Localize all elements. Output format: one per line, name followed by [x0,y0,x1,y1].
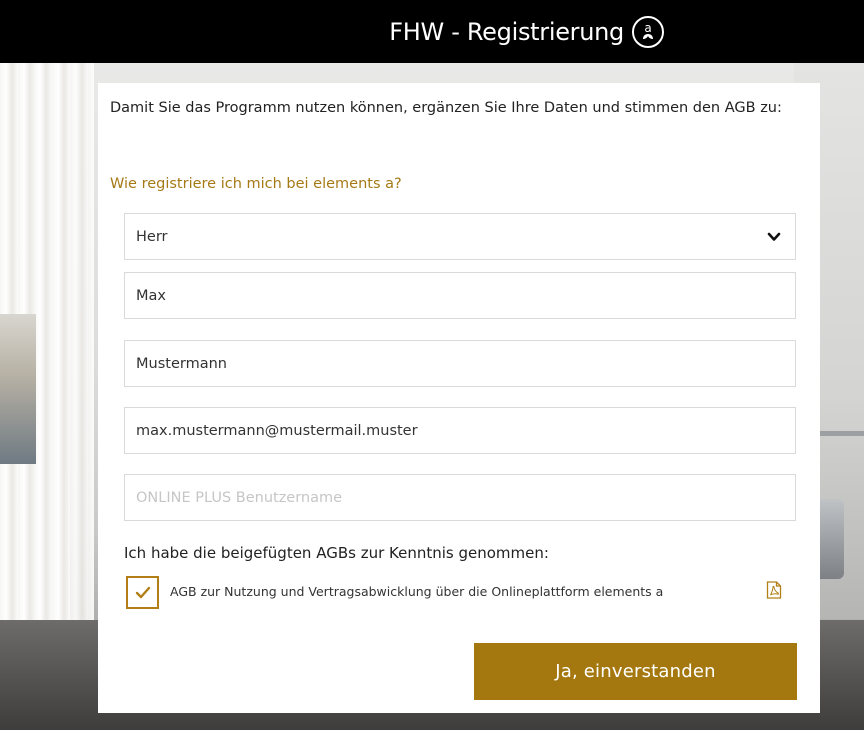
svg-text:a: a [644,21,651,35]
first-name-field[interactable]: Max [124,272,796,319]
username-placeholder: ONLINE PLUS Benutzername [136,489,343,506]
last-name-field[interactable]: Mustermann [124,340,796,387]
username-field[interactable]: ONLINE PLUS Benutzername [124,474,796,521]
help-link[interactable]: Wie registriere ich mich bei elements a? [110,176,402,192]
last-name-value: Mustermann [136,355,227,372]
agb-checkbox-label: AGB zur Nutzung und Vertragsabwicklung ü… [170,584,664,599]
page-title: FHW - Registrierung [389,17,624,46]
registration-card: Damit Sie das Programm nutzen können, er… [98,83,820,713]
window-view [0,314,36,464]
first-name-value: Max [136,287,166,304]
pdf-file-icon[interactable] [766,581,782,599]
email-value: max.mustermann@mustermail.muster [136,422,418,439]
intro-text: Damit Sie das Programm nutzen können, er… [110,100,782,116]
checkmark-icon [135,586,150,598]
accept-button[interactable]: Ja, einverstanden [474,643,797,700]
salutation-select[interactable]: Herr [124,213,796,260]
salutation-value: Herr [136,228,168,245]
agb-checkbox[interactable] [126,576,159,609]
agb-heading: Ich habe die beigefügten AGBs zur Kenntn… [124,544,549,562]
elements-a-logo-icon: a [632,15,664,48]
chevron-down-icon [767,232,781,241]
email-field[interactable]: max.mustermann@mustermail.muster [124,407,796,454]
header-bar: FHW - Registrierung a [0,0,864,63]
